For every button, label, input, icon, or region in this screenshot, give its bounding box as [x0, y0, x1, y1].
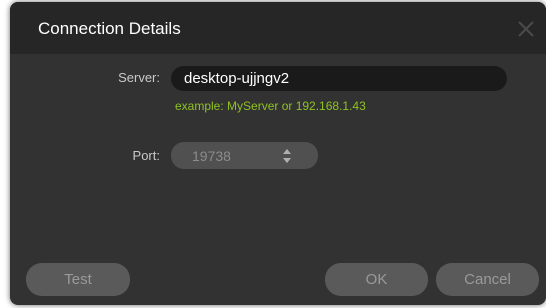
server-input[interactable]: desktop-ujjngv2	[171, 66, 507, 91]
close-icon	[512, 15, 540, 43]
port-spinbox[interactable]: 19738	[171, 142, 318, 169]
cancel-button[interactable]: Cancel	[436, 263, 539, 296]
server-input-value: desktop-ujjngv2	[184, 70, 290, 87]
spinner-arrows-icon[interactable]	[281, 147, 293, 165]
dialog-titlebar: Connection Details	[10, 2, 546, 54]
server-hint: example: MyServer or 192.168.1.43	[175, 99, 366, 113]
close-button[interactable]	[512, 15, 540, 43]
connection-details-dialog: Connection Details Server: desktop-ujjng…	[10, 2, 546, 305]
port-value: 19738	[192, 148, 231, 164]
test-button[interactable]: Test	[26, 263, 130, 296]
dialog-title: Connection Details	[38, 19, 181, 38]
server-label: Server:	[118, 70, 160, 85]
ok-button[interactable]: OK	[325, 263, 428, 296]
port-label: Port:	[132, 148, 160, 163]
